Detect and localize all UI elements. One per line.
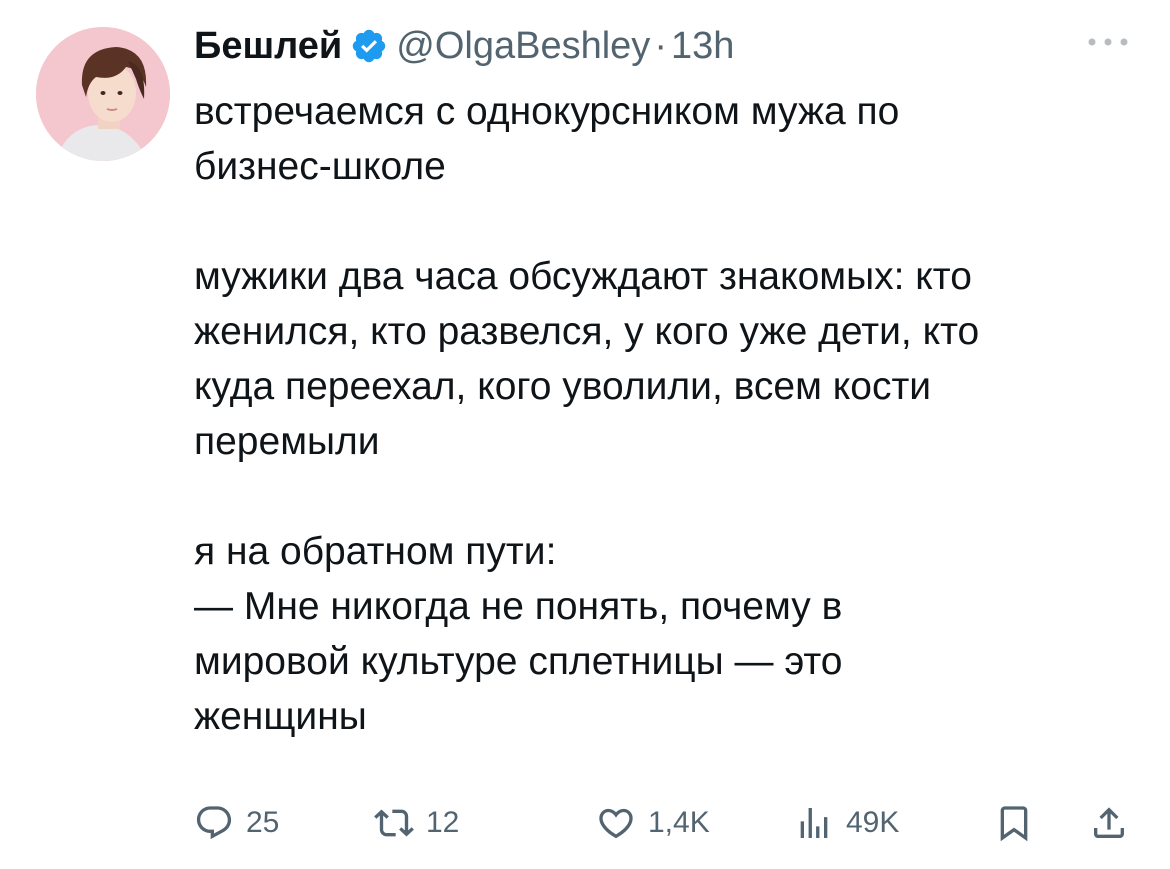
views-button[interactable]: 49K	[794, 800, 899, 846]
avatar-image	[36, 27, 170, 161]
tweet-text-line: я на обратном пути:	[194, 530, 557, 573]
views-count: 49K	[846, 806, 900, 839]
author-handle[interactable]: @OlgaBeshley	[396, 25, 650, 68]
tweet-text-line: женщины	[194, 695, 367, 738]
heart-icon	[599, 808, 633, 839]
views-icon	[800, 808, 828, 838]
avatar[interactable]	[36, 27, 170, 161]
tweet-text: встречаемся с однокурсником мужа по бизн…	[194, 84, 1144, 744]
author-name[interactable]: Бешлей	[194, 25, 342, 68]
tweet-text-line: куда переехал, кого уволили, всем кости	[194, 365, 932, 408]
tweet-text-line: бизнес-школе	[194, 145, 446, 188]
reply-count: 25	[246, 806, 280, 839]
retweet-icon	[374, 809, 414, 837]
separator-dot: ·	[654, 24, 667, 67]
tweet-timestamp[interactable]: 13h	[671, 25, 734, 68]
like-button[interactable]: 1,4K	[596, 800, 710, 846]
bookmark-button[interactable]	[994, 800, 1034, 846]
verified-badge-icon[interactable]	[350, 27, 388, 65]
tweet-text-line: встречаемся с однокурсником мужа по	[194, 90, 900, 133]
like-count: 1,4K	[648, 806, 710, 839]
retweet-button[interactable]: 12	[374, 800, 459, 846]
tweet-text-line: мужики два часа обсуждают знакомых: кто	[194, 255, 972, 298]
action-bar: 25 12 1,4K 49K	[194, 800, 1136, 846]
bookmark-icon	[1000, 806, 1028, 842]
reply-icon	[196, 806, 232, 840]
share-button[interactable]	[1089, 800, 1129, 846]
retweet-count: 12	[426, 806, 460, 839]
tweet-text-line: — Мне никогда не понять, почему в	[194, 585, 843, 628]
tweet-text-line: мировой культуре сплетницы — это	[194, 640, 843, 683]
tweet-text-line: перемыли	[194, 420, 380, 463]
tweet-header: Бешлей @OlgaBeshley · 13h	[194, 22, 734, 70]
share-icon	[1094, 807, 1124, 838]
reply-button[interactable]: 25	[194, 800, 279, 846]
more-options-icon[interactable]	[1086, 34, 1130, 50]
tweet-text-line: женился, кто развелся, у кого уже дети, …	[194, 310, 980, 353]
